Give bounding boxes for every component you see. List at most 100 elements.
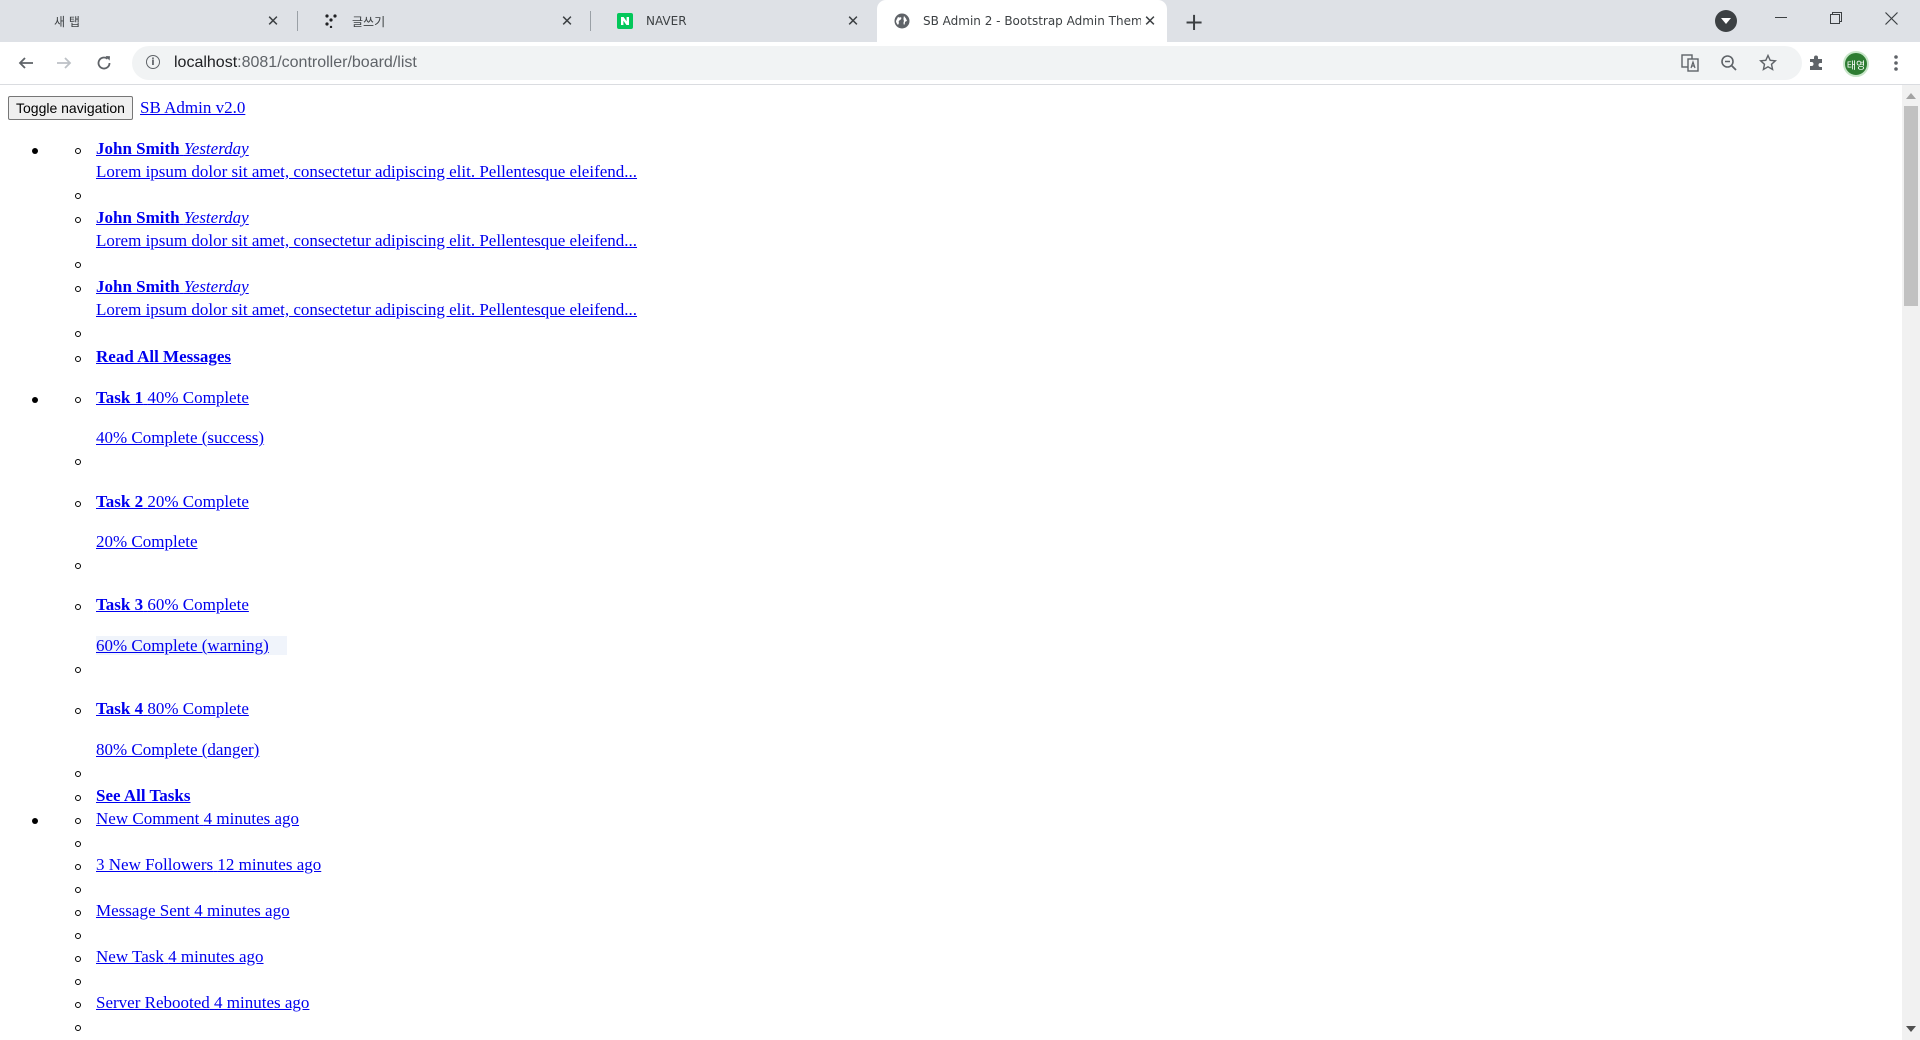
scroll-down-arrow-icon[interactable]: [1906, 1026, 1916, 1032]
message-preview[interactable]: Lorem ipsum dolor sit amet, consectetur …: [96, 300, 637, 320]
tab-title: NAVER: [646, 14, 687, 28]
zoom-icon[interactable]: [1718, 52, 1740, 74]
alert-item[interactable]: 3 New Followers 12 minutes ago: [96, 855, 321, 875]
close-icon[interactable]: ✕: [844, 12, 862, 30]
tab-write[interactable]: 글쓰기 ✕: [298, 0, 590, 42]
task-item[interactable]: Task 2 20% Complete: [96, 492, 249, 512]
close-window-button[interactable]: [1864, 0, 1918, 36]
task-item[interactable]: Task 3 60% Complete: [96, 595, 249, 615]
alert-link[interactable]: 3 New Followers 12 minutes ago: [96, 855, 321, 874]
alert-item[interactable]: New Task 4 minutes ago: [96, 947, 264, 967]
list-circle: [75, 956, 81, 962]
info-icon[interactable]: i: [146, 55, 160, 69]
address-bar[interactable]: i localhost:8081/controller/board/list: [132, 46, 1802, 80]
task-link[interactable]: Task 2 20% Complete: [96, 492, 249, 511]
alert-link[interactable]: Server Rebooted 4 minutes ago: [96, 993, 309, 1012]
read-all-messages[interactable]: Read All Messages: [96, 347, 231, 367]
translate-icon[interactable]: [1679, 52, 1701, 74]
back-button[interactable]: [10, 47, 42, 79]
task-percent: 60% Complete: [147, 595, 249, 614]
tab-separator: [590, 11, 591, 31]
task-link[interactable]: Task 3 60% Complete: [96, 595, 249, 614]
tab-new-tab[interactable]: 새 탭 ✕: [0, 0, 296, 42]
message-item[interactable]: John Smith Yesterday: [96, 277, 249, 297]
forward-button[interactable]: [48, 47, 80, 79]
task-item[interactable]: Task 4 80% Complete: [96, 699, 249, 719]
task-progress[interactable]: 80% Complete (danger): [96, 740, 259, 760]
alert-text: Server Rebooted: [96, 993, 210, 1012]
profile-avatar[interactable]: 태영: [1843, 51, 1869, 77]
list-circle: [75, 771, 81, 777]
message-preview-link[interactable]: Lorem ipsum dolor sit amet, consectetur …: [96, 231, 637, 250]
task-progress-link[interactable]: 20% Complete: [96, 532, 198, 551]
task-progress-link[interactable]: 40% Complete (success): [96, 428, 264, 447]
dots-app-icon: [322, 12, 340, 30]
message-link[interactable]: John Smith Yesterday: [96, 277, 249, 296]
alert-item[interactable]: Server Rebooted 4 minutes ago: [96, 993, 309, 1013]
close-icon[interactable]: ✕: [1141, 12, 1159, 30]
list-bullet: [32, 148, 38, 154]
tab-search-button[interactable]: [1715, 10, 1737, 32]
restore-button[interactable]: [1809, 0, 1863, 36]
alert-link[interactable]: New Task 4 minutes ago: [96, 947, 264, 966]
task-link[interactable]: Task 4 80% Complete: [96, 699, 249, 718]
tab-strip: 새 탭 ✕ 글쓰기 ✕ NAVER ✕ SB Admin 2 - Bootstr…: [0, 0, 1920, 42]
scrollbar-thumb[interactable]: [1904, 106, 1918, 306]
task-percent: 80% Complete: [147, 699, 249, 718]
task-progress[interactable]: 60% Complete (warning): [96, 636, 287, 656]
message-sender: John Smith: [96, 139, 180, 158]
task-progress-link[interactable]: 60% Complete (warning): [96, 636, 269, 655]
list-bullet: [32, 818, 38, 824]
task-progress-hover: 60% Complete (warning): [96, 636, 287, 655]
message-link[interactable]: John Smith Yesterday: [96, 208, 249, 227]
message-item[interactable]: John Smith Yesterday: [96, 208, 249, 228]
task-progress-link[interactable]: 80% Complete (danger): [96, 740, 259, 759]
see-all-tasks-link[interactable]: See All Tasks: [96, 786, 191, 805]
message-preview-link[interactable]: Lorem ipsum dolor sit amet, consectetur …: [96, 300, 637, 319]
message-preview[interactable]: Lorem ipsum dolor sit amet, consectetur …: [96, 162, 637, 182]
page-viewport: Toggle navigation SB Admin v2.0 John Smi…: [0, 85, 1902, 1040]
tab-sb-admin[interactable]: SB Admin 2 - Bootstrap Admin Theme ✕: [877, 0, 1167, 42]
task-link[interactable]: Task 1 40% Complete: [96, 388, 249, 407]
list-circle: [75, 933, 81, 939]
menu-kebab-icon[interactable]: [1884, 51, 1908, 75]
alert-time: 4 minutes ago: [203, 809, 300, 828]
alert-link[interactable]: New Comment 4 minutes ago: [96, 809, 299, 828]
message-sender: John Smith: [96, 208, 180, 227]
brand-link[interactable]: SB Admin v2.0: [140, 98, 245, 118]
vertical-scrollbar[interactable]: [1902, 85, 1920, 1040]
close-icon[interactable]: ✕: [558, 12, 576, 30]
message-preview[interactable]: Lorem ipsum dolor sit amet, consectetur …: [96, 231, 637, 251]
see-all-tasks[interactable]: See All Tasks: [96, 786, 191, 806]
message-link[interactable]: John Smith Yesterday: [96, 139, 249, 158]
restore-icon: [1830, 12, 1842, 24]
naver-icon: [616, 12, 634, 30]
alert-link[interactable]: Message Sent 4 minutes ago: [96, 901, 290, 920]
alert-text: 3 New Followers: [96, 855, 214, 874]
scroll-up-arrow-icon[interactable]: [1906, 93, 1916, 99]
see-all-label: See All Tasks: [96, 786, 191, 805]
task-progress[interactable]: 20% Complete: [96, 532, 198, 552]
extensions-puzzle-icon[interactable]: [1804, 51, 1828, 75]
alert-time: 4 minutes ago: [214, 993, 310, 1012]
minimize-button[interactable]: [1754, 0, 1808, 36]
read-all-messages-link[interactable]: Read All Messages: [96, 347, 231, 366]
alert-item[interactable]: New Comment 4 minutes ago: [96, 809, 299, 829]
task-item[interactable]: Task 1 40% Complete: [96, 388, 249, 408]
task-name: Task 1: [96, 388, 144, 407]
alert-item[interactable]: Message Sent 4 minutes ago: [96, 901, 290, 921]
list-circle: [75, 979, 81, 985]
message-sender: John Smith: [96, 277, 180, 296]
message-item[interactable]: John Smith Yesterday: [96, 139, 249, 159]
list-circle: [75, 397, 81, 403]
toggle-navigation-button[interactable]: Toggle navigation: [8, 96, 133, 120]
tab-naver[interactable]: NAVER ✕: [592, 0, 876, 42]
reload-button[interactable]: [88, 47, 120, 79]
new-tab-button[interactable]: +: [1180, 8, 1208, 36]
message-preview-link[interactable]: Lorem ipsum dolor sit amet, consectetur …: [96, 162, 637, 181]
close-icon[interactable]: ✕: [264, 12, 282, 30]
list-circle: [75, 563, 81, 569]
reload-icon: [97, 56, 111, 70]
bookmark-star-icon[interactable]: [1757, 52, 1779, 74]
task-progress[interactable]: 40% Complete (success): [96, 428, 264, 448]
